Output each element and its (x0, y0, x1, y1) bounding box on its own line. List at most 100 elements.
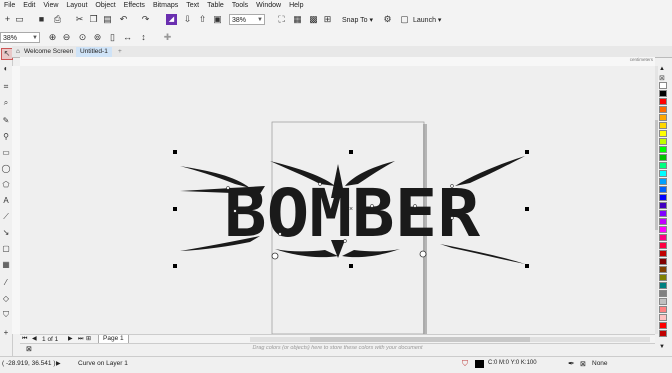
menu-text[interactable]: Text (182, 0, 203, 11)
color-swatch[interactable] (659, 194, 667, 201)
menu-help[interactable]: Help (285, 0, 307, 11)
ellipse-tool-icon[interactable]: ◯ (1, 164, 11, 174)
export-icon[interactable]: ⇧ (197, 14, 208, 25)
palette-scroll-up-icon[interactable]: ▲ (659, 66, 665, 72)
launch-dropdown[interactable]: Launch ▾ (413, 15, 441, 26)
crop-tool-icon[interactable]: ⌗ (1, 82, 11, 92)
save-icon[interactable]: ■ (36, 14, 47, 25)
zoom-width-icon[interactable]: ↔ (122, 32, 133, 43)
color-swatch[interactable] (659, 258, 667, 265)
color-swatch[interactable] (659, 322, 667, 329)
color-swatch[interactable] (659, 210, 667, 217)
menu-layout[interactable]: Layout (62, 0, 91, 11)
color-swatch[interactable] (659, 266, 667, 273)
undo-icon[interactable]: ↶ (118, 14, 129, 25)
horizontal-scroll-thumb[interactable] (310, 337, 530, 342)
color-swatch[interactable] (659, 138, 667, 145)
color-swatch[interactable] (659, 250, 667, 257)
zoom-in-icon[interactable]: ⊕ (47, 32, 58, 43)
import-icon[interactable]: ⇩ (182, 14, 193, 25)
zoom-combo[interactable]: 38% ▼ (0, 32, 40, 43)
play-icon[interactable]: ▶ (56, 360, 61, 367)
color-swatch[interactable] (659, 330, 667, 337)
color-swatch[interactable] (659, 114, 667, 121)
zoom-selected-icon[interactable]: ⊙ (77, 32, 88, 43)
show-rulers-icon[interactable]: ▦ (292, 14, 303, 25)
outline-pen-icon[interactable]: ✒ (568, 359, 575, 368)
fill-color-swatch[interactable] (475, 360, 484, 368)
more-tools-icon[interactable]: + (1, 328, 11, 338)
open-icon[interactable]: ▭ (14, 14, 25, 25)
rectangle-tool-icon[interactable]: ▭ (1, 148, 11, 158)
color-swatch[interactable] (659, 274, 667, 281)
color-swatch[interactable] (659, 170, 667, 177)
new-tab-icon[interactable]: + (114, 47, 126, 57)
color-swatch[interactable] (659, 290, 667, 297)
document-palette[interactable]: ⊠ Drag colors (or objects) here to store… (20, 343, 655, 354)
color-swatch[interactable] (659, 106, 667, 113)
snap-to-dropdown[interactable]: Snap To ▾ (342, 15, 373, 26)
color-swatch[interactable] (659, 146, 667, 153)
horizontal-scrollbar[interactable] (250, 337, 650, 342)
redo-icon[interactable]: ↷ (140, 14, 151, 25)
new-document-icon[interactable]: + (2, 14, 13, 25)
polygon-tool-icon[interactable]: ⬠ (1, 180, 11, 190)
color-swatch[interactable] (659, 186, 667, 193)
zoom-tool-icon[interactable]: ⌕ (1, 98, 11, 108)
fill-icon[interactable]: ⛉ (462, 359, 468, 369)
zoom-all-icon[interactable]: ⊚ (92, 32, 103, 43)
menu-window[interactable]: Window (252, 0, 285, 11)
text-tool-icon[interactable]: A (1, 196, 11, 206)
shape-tool-icon[interactable]: ◐ (1, 64, 11, 74)
smart-fill-bucket-icon[interactable]: ⛉ (1, 310, 11, 320)
color-swatch[interactable] (659, 130, 667, 137)
launch-icon[interactable]: ▢ (399, 14, 410, 25)
print-icon[interactable]: ⎙ (52, 14, 63, 25)
menu-view[interactable]: View (39, 0, 62, 11)
color-swatch[interactable] (659, 178, 667, 185)
menu-table[interactable]: Table (203, 0, 228, 11)
transparency-icon[interactable]: ▦ (1, 260, 11, 270)
freehand-tool-icon[interactable]: ✎ (1, 116, 11, 126)
color-swatch[interactable] (659, 314, 667, 321)
color-swatch[interactable] (659, 202, 667, 209)
color-swatch[interactable] (659, 306, 667, 313)
copy-icon[interactable]: ❐ (88, 14, 99, 25)
color-swatch[interactable] (659, 218, 667, 225)
menu-tools[interactable]: Tools (228, 0, 252, 11)
smart-fill-icon[interactable]: ⚲ (1, 132, 11, 142)
no-color-icon[interactable]: ⊠ (659, 74, 665, 82)
cut-icon[interactable]: ✂ (74, 14, 85, 25)
color-swatch[interactable] (659, 90, 667, 97)
parallel-dimension-icon[interactable]: ⟋ (1, 212, 11, 222)
zoom-out-icon[interactable]: ⊖ (61, 32, 72, 43)
color-swatch[interactable] (659, 154, 667, 161)
full-screen-icon[interactable]: ⛶ (276, 14, 287, 25)
menu-edit[interactable]: Edit (19, 0, 39, 11)
color-swatch[interactable] (659, 162, 667, 169)
menu-object[interactable]: Object (91, 0, 119, 11)
interactive-fill-icon[interactable]: ◇ (1, 294, 11, 304)
menu-effects[interactable]: Effects (120, 0, 149, 11)
options-gear-icon[interactable]: ⚙ (382, 14, 393, 25)
connector-tool-icon[interactable]: ↘ (1, 228, 11, 238)
eyedropper-icon[interactable]: ⁄ (1, 278, 11, 288)
color-swatch[interactable] (659, 98, 667, 105)
color-swatch[interactable] (659, 82, 667, 89)
show-guidelines-icon[interactable]: ⊞ (322, 14, 333, 25)
zoom-page-icon[interactable]: ▯ (107, 32, 118, 43)
palette-scroll-down-icon[interactable]: ▼ (659, 344, 665, 350)
search-content-icon[interactable]: ◢ (166, 14, 177, 25)
tab-welcome-screen[interactable]: Welcome Screen (20, 47, 78, 57)
paste-icon[interactable]: ▤ (102, 14, 113, 25)
drawing-canvas[interactable]: BOMBER × (20, 66, 655, 334)
color-swatch[interactable] (659, 234, 667, 241)
color-swatch[interactable] (659, 242, 667, 249)
color-swatch[interactable] (659, 122, 667, 129)
menu-bitmaps[interactable]: Bitmaps (149, 0, 182, 11)
color-swatch[interactable] (659, 226, 667, 233)
drop-shadow-icon[interactable]: ▢ (1, 244, 11, 254)
add-icon[interactable]: ✚ (162, 32, 173, 43)
zoom-level-combo[interactable]: 38% ▼ (229, 14, 265, 25)
menu-file[interactable]: File (0, 0, 19, 11)
